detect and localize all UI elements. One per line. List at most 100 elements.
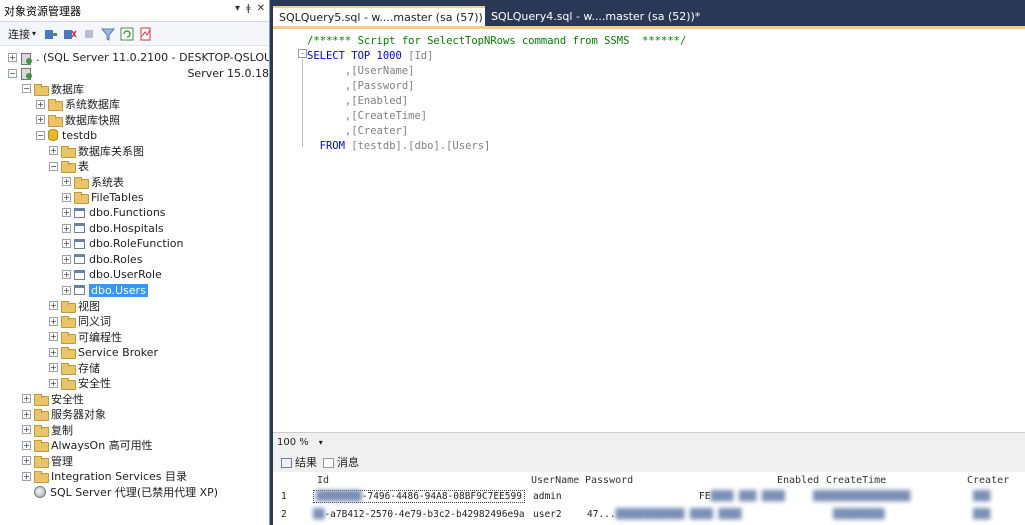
tree-node-label: 数据库 [51,82,84,96]
expand-icon[interactable]: + [62,223,71,233]
grid-cell-password[interactable]: FE ████ ███ ████ [699,488,785,505]
tree-node[interactable]: + AlwaysOn 高可用性 [22,438,153,453]
collapse-icon[interactable]: − [49,161,58,171]
zoom-bar: 100 % ▾ [273,432,1025,452]
connect-object-icon[interactable] [43,26,59,42]
expand-icon[interactable]: + [62,177,71,186]
zoom-dropdown-icon[interactable]: ▾ [319,438,323,447]
tree-node[interactable]: + 管理 [22,453,73,468]
tree-node[interactable]: − 表 [49,159,89,174]
expand-icon[interactable]: + [22,471,31,481]
tree-node[interactable]: + dbo.Roles [62,252,142,267]
tree-node[interactable]: + Integration Services 目录 [22,469,187,484]
grid-cell-username[interactable]: user2 [533,506,562,523]
expand-icon[interactable]: + [36,115,45,124]
tree-node[interactable]: + dbo.Users [62,283,148,298]
tree-node[interactable]: − testdb [36,128,97,143]
tree-node[interactable]: + 可编程性 [49,329,122,344]
tree-node[interactable]: + FileTables [62,190,144,205]
expand-icon[interactable]: + [62,192,71,202]
tree-node[interactable]: + 数据库快照 [36,112,120,127]
tree-node[interactable]: + 存储 [49,360,100,375]
expand-icon[interactable]: + [49,363,58,372]
tree-node[interactable]: + dbo.RoleFunction [62,236,184,251]
tree-node[interactable]: + Service Broker [49,345,158,360]
stop-icon[interactable] [81,26,97,42]
tree-node[interactable]: + 安全性 [22,391,84,406]
tree-node[interactable]: SQL Server 代理(已禁用代理 XP) [22,484,218,499]
expand-icon[interactable]: + [36,99,45,109]
expand-icon[interactable]: + [62,285,71,295]
redacted-text: █████████ [833,509,885,520]
grid-cell-username[interactable]: admin [533,488,562,505]
close-icon[interactable]: ✕ [257,3,265,14]
tree-node[interactable]: + 同义词 [49,314,111,329]
agent-icon [34,485,46,498]
expand-icon[interactable]: + [22,425,31,434]
collapse-region-icon[interactable]: - [298,49,307,58]
grid-cell-id[interactable]: ██ -a7B412-2570-4e79-b3c2-b42982496e9a [313,506,525,523]
tree-node[interactable]: + 系统表 [62,174,124,189]
tree-node[interactable]: + dbo.Hospitals [62,221,164,236]
tree-node[interactable]: + . (SQL Server 11.0.2100 - DESKTOP-QSLOU… [8,50,269,65]
tree-node[interactable]: − 数据库 [22,81,84,96]
pin-icon[interactable]: ǂ [246,3,251,14]
connect-button[interactable]: 连接 ▾ [8,26,36,42]
folder-icon [34,455,49,468]
expand-icon[interactable]: + [22,394,31,403]
tree-node-label: 安全性 [78,377,111,390]
expand-icon[interactable]: + [49,378,58,388]
tree-node-label: 存储 [78,361,100,375]
tab-results[interactable]: 结果 [281,454,317,470]
tab-sqlquery4[interactable]: SQLQuery4.sql - w....master (sa (52))* [485,6,700,26]
results-tabs: 结果 消息 [273,452,1025,472]
expand-icon[interactable]: + [22,409,31,419]
folder-icon [61,347,76,359]
expand-icon[interactable]: + [49,146,58,155]
redacted-text: ████████ [316,491,362,502]
expand-icon[interactable]: + [62,254,71,264]
filter-icon[interactable] [100,26,116,42]
expand-icon[interactable]: + [8,53,17,62]
table-row[interactable]: ████████-7496-4486-94A8-08BF9C7EE599 [313,488,525,505]
expand-icon[interactable]: + [62,239,71,248]
tree-node[interactable]: + dbo.UserRole [62,267,162,282]
column-header-createtime[interactable]: CreateTime [826,472,886,488]
activity-monitor-icon[interactable] [138,26,154,42]
expand-icon[interactable]: + [62,208,71,217]
column-header-username[interactable]: UserName [531,472,579,488]
column-header-id[interactable]: Id [317,472,329,488]
tree-node[interactable]: + 系统数据库 [36,97,120,112]
column-header-creater[interactable]: Creater [967,472,1009,488]
refresh-icon[interactable] [119,26,135,42]
tree-node[interactable]: + 视图 [49,298,100,313]
query-editor[interactable]: - /****** Script for SelectTopNRows comm… [273,26,1025,432]
expand-icon[interactable]: + [49,332,58,341]
collapse-icon[interactable]: − [36,130,45,140]
expand-icon[interactable]: + [49,316,58,326]
column-header-password[interactable]: Password [585,472,633,488]
tab-messages[interactable]: 消息 [323,454,359,470]
column-header-enabled[interactable]: Enabled [777,472,819,488]
tree-node-label: 同义词 [78,315,111,328]
collapse-icon[interactable]: − [8,68,17,78]
expand-icon[interactable]: + [22,456,31,465]
grid-cell-id[interactable]: ████████-7496-4486-94A8-08BF9C7EE599 [313,490,525,503]
zoom-level[interactable]: 100 % [277,437,309,448]
tab-sqlquery5[interactable]: SQLQuery5.sql - w....master (sa (57)) ✕ [273,6,501,26]
tree-node[interactable]: + 服务器对象 [22,407,106,422]
window-position-dropdown-icon[interactable]: ▾ [235,3,240,14]
expand-icon[interactable]: + [49,301,58,310]
expand-icon[interactable]: + [49,347,58,357]
disconnect-icon[interactable] [62,26,78,42]
expand-icon[interactable]: + [22,440,31,450]
tree-node[interactable]: + dbo.Functions [62,205,166,220]
table-icon [74,207,85,218]
tree-node[interactable]: + 安全性 [49,376,111,391]
tree-node[interactable]: + 数据库关系图 [49,143,144,158]
collapse-icon[interactable]: − [22,84,31,93]
tree-node[interactable]: + 复制 [22,422,73,437]
tree-node[interactable]: − Server 15.0.18 [8,66,269,81]
expand-icon[interactable]: + [62,270,71,279]
grid-cell-password[interactable]: 47... ████████████ ████ ████ [587,506,741,523]
